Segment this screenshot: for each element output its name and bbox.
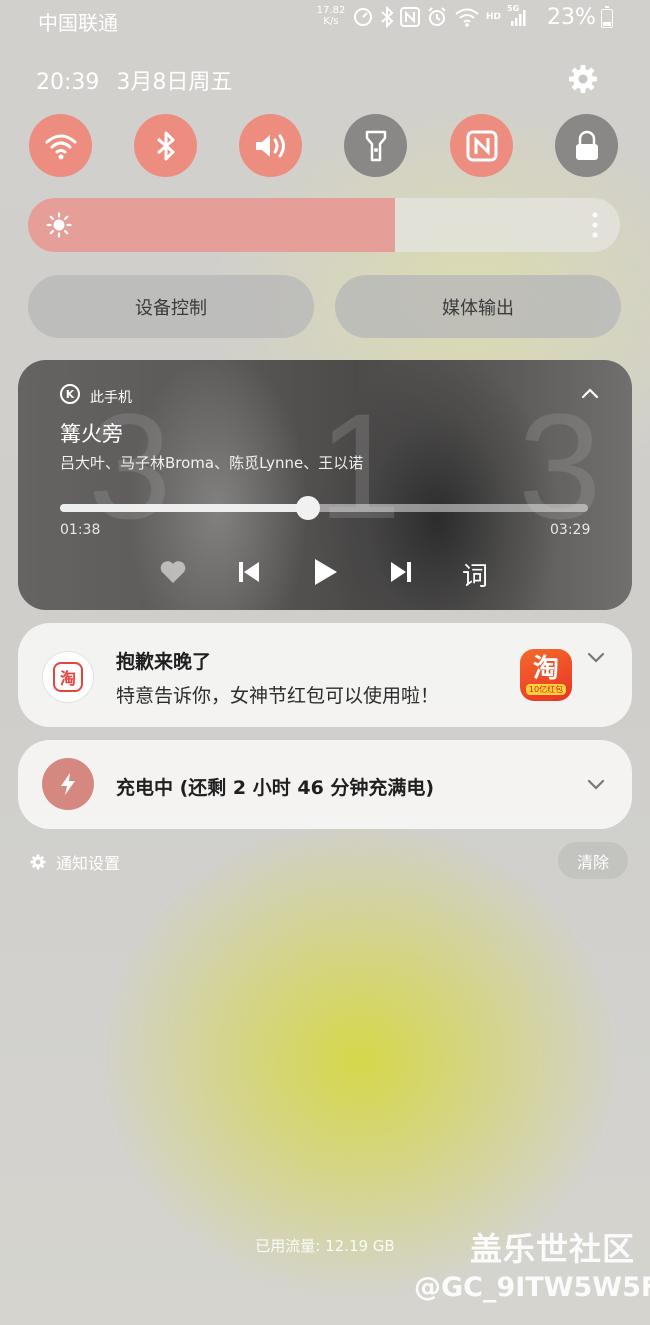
small-gear-icon [30, 854, 46, 870]
date: 3月8日周五 [116, 70, 233, 95]
carrier-name: 中国联通 [38, 11, 118, 35]
song-artist: 吕大叶、马子林Broma、陈觅Lynne、王以诺 [60, 454, 364, 472]
brightness-slider[interactable] [28, 198, 620, 252]
wifi-icon [455, 8, 479, 27]
media-output-button[interactable]: 媒体输出 [335, 275, 621, 338]
battery-percentage: 23% [547, 5, 596, 30]
toggle-sound[interactable] [239, 114, 302, 177]
source-app-icon: K [60, 384, 80, 404]
toggle-flashlight[interactable] [344, 114, 407, 177]
notification-settings-label: 通知设置 [56, 854, 121, 873]
battery-icon [601, 6, 613, 28]
charging-status: 充电中 (还剩 2 小时 46 分钟充满电) [116, 777, 435, 799]
device-control-button[interactable]: 设备控制 [28, 275, 314, 338]
seek-thumb[interactable] [296, 496, 321, 520]
play-icon[interactable] [310, 556, 340, 588]
watermark-user: @GC_9ITW5W5F [414, 1272, 650, 1303]
previous-track-icon[interactable] [234, 556, 264, 588]
bluetooth-icon [381, 6, 394, 28]
alarm-icon [428, 7, 446, 26]
seek-bar[interactable] [60, 504, 588, 512]
signal-icon: 5G [507, 4, 527, 28]
lock-icon [575, 130, 598, 160]
seek-bar-played [60, 504, 309, 512]
volume-icon [255, 134, 285, 157]
toggle-nfc[interactable] [450, 114, 513, 177]
expand-chevron-down-icon[interactable] [586, 778, 606, 792]
toggle-bluetooth[interactable] [134, 114, 197, 177]
lyrics-button[interactable]: 词 [462, 556, 488, 593]
bluetooth-icon [156, 131, 174, 160]
notification-charging[interactable]: 充电中 (还剩 2 小时 46 分钟充满电) [18, 740, 632, 829]
settings-gear-icon[interactable] [568, 64, 598, 94]
watermark-community: 盖乐世社区 [470, 1230, 636, 1268]
toggle-screen-lock[interactable] [555, 114, 618, 177]
song-title: 篝火旁 [60, 422, 123, 446]
notification-body: 特意告诉你，女神节红包可以使用啦！ [116, 685, 440, 707]
notification-title: 抱歉来晚了 [116, 651, 212, 673]
media-player-card[interactable]: 3 1 3 K 此手机 篝火旁 吕大叶、马子林Broma、陈觅Lynne、王以诺… [18, 360, 632, 610]
hd-label: HD [486, 12, 502, 22]
media-source: 此手机 [90, 390, 132, 406]
status-icons: HD 5G [352, 4, 527, 28]
more-options-icon[interactable] [592, 212, 598, 238]
charging-icon [42, 758, 94, 810]
collapse-chevron-up-icon[interactable] [580, 386, 600, 400]
sun-icon [46, 212, 72, 238]
clock: 20:39 [36, 70, 100, 95]
date-time: 20:39 3月8日周五 [36, 64, 232, 96]
brightness-level [28, 198, 396, 252]
notification-taobao[interactable]: 淘 抱歉来晚了 特意告诉你，女神节红包可以使用啦！ 淘 10亿红包 [18, 623, 632, 727]
status-bar: 中国联通 17.82 K/s HD 5G 23% [0, 0, 650, 38]
speedometer-icon [354, 8, 372, 26]
toggle-wifi[interactable] [29, 114, 92, 177]
network-speed: 17.82 K/s [316, 5, 346, 27]
favorite-heart-icon[interactable] [158, 556, 188, 588]
nfc-icon [466, 130, 497, 161]
expand-chevron-down-icon[interactable] [586, 651, 606, 665]
notification-settings-link[interactable]: 通知设置 [30, 850, 120, 874]
notification-thumbnail: 淘 10亿红包 [520, 649, 572, 701]
taobao-app-icon: 淘 [42, 651, 94, 703]
wifi-icon [45, 134, 76, 159]
total-time: 03:29 [550, 522, 591, 538]
clear-notifications-button[interactable]: 清除 [558, 842, 628, 879]
next-track-icon[interactable] [386, 556, 416, 588]
elapsed-time: 01:38 [60, 522, 101, 538]
nfc-icon [400, 7, 420, 27]
flashlight-icon [365, 130, 386, 161]
